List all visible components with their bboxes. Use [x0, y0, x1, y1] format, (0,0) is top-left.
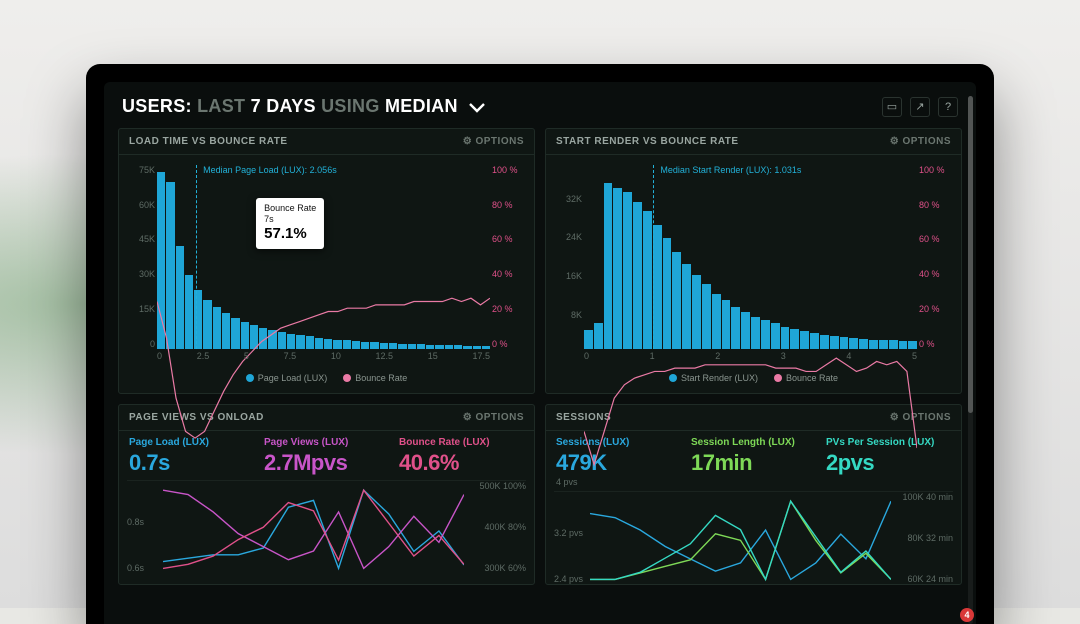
options-button[interactable]: OPTIONS: [463, 136, 524, 147]
y-axis-left: 3.2 pvs2.4 pvs: [554, 492, 588, 584]
help-icon[interactable]: ?: [938, 97, 958, 117]
y-axis-right: 500K 100%400K 80%300K 60%: [466, 481, 526, 573]
x-axis: 012345: [584, 351, 917, 365]
chart-sessions[interactable]: 3.2 pvs2.4 pvs 100K 40 min80K 32 min60K …: [554, 491, 953, 584]
chevron-down-icon[interactable]: [469, 97, 485, 118]
notification-badge[interactable]: 4: [960, 608, 974, 622]
tooltip-value: 57.1%: [264, 225, 316, 244]
spark-lines: [590, 492, 891, 584]
line-series: [584, 165, 917, 498]
scrollbar[interactable]: [968, 96, 973, 624]
chart-load-vs-bounce[interactable]: 75K60K45K30K15K0 100 %80 %60 %40 %20 %0 …: [127, 161, 526, 371]
title-using: USING: [321, 96, 380, 116]
share-icon[interactable]: ↗: [910, 97, 930, 117]
median-line: Median Start Render (LUX): 1.031s: [653, 165, 654, 349]
tooltip-x: 7s: [264, 214, 316, 225]
panel-title: LOAD TIME VS BOUNCE RATE: [129, 136, 287, 147]
y-axis-left: 0.8s0.6s: [127, 481, 161, 573]
monitor-icon[interactable]: ▭: [882, 97, 902, 117]
x-axis: 02.557.51012.51517.5: [157, 351, 490, 365]
title-range-a: LAST: [197, 96, 245, 116]
dashboard-screen: USERS: LAST 7 DAYS USING MEDIAN ▭ ↗ ? LO…: [104, 82, 976, 624]
y-axis-left: 75K60K45K30K15K0: [127, 165, 155, 349]
y-axis-right: 100K 40 min80K 32 min60K 24 min: [893, 492, 953, 584]
median-label: Median Page Load (LUX): 2.056s: [203, 165, 337, 175]
page-title[interactable]: USERS: LAST 7 DAYS USING MEDIAN: [122, 96, 485, 118]
title-prefix: USERS:: [122, 96, 192, 116]
panel-load-vs-bounce: LOAD TIME VS BOUNCE RATE OPTIONS 75K60K4…: [118, 128, 535, 394]
tooltip-label: Bounce Rate: [264, 203, 316, 214]
y-axis-right: 100 %80 %60 %40 %20 %0 %: [919, 165, 953, 349]
options-button[interactable]: OPTIONS: [890, 136, 951, 147]
chart-tooltip: Bounce Rate 7s 57.1%: [256, 198, 324, 249]
y-axis-left: 32K24K16K8K: [554, 165, 582, 349]
panel-title: START RENDER VS BOUNCE RATE: [556, 136, 739, 147]
chart-startrender-vs-bounce[interactable]: 32K24K16K8K 100 %80 %60 %40 %20 %0 % Med…: [554, 161, 953, 371]
spark-lines: [163, 481, 464, 573]
median-label: Median Start Render (LUX): 1.031s: [660, 165, 801, 175]
title-metric: MEDIAN: [385, 96, 458, 116]
y-axis-right: 100 %80 %60 %40 %20 %0 %: [492, 165, 526, 349]
title-range-b: 7 DAYS: [251, 96, 316, 116]
panel-startrender-vs-bounce: START RENDER VS BOUNCE RATE OPTIONS 32K2…: [545, 128, 962, 394]
chart-pageviews-onload[interactable]: 0.8s0.6s 500K 100%400K 80%300K 60%: [127, 480, 526, 573]
median-line: Median Page Load (LUX): 2.056s: [196, 165, 197, 349]
